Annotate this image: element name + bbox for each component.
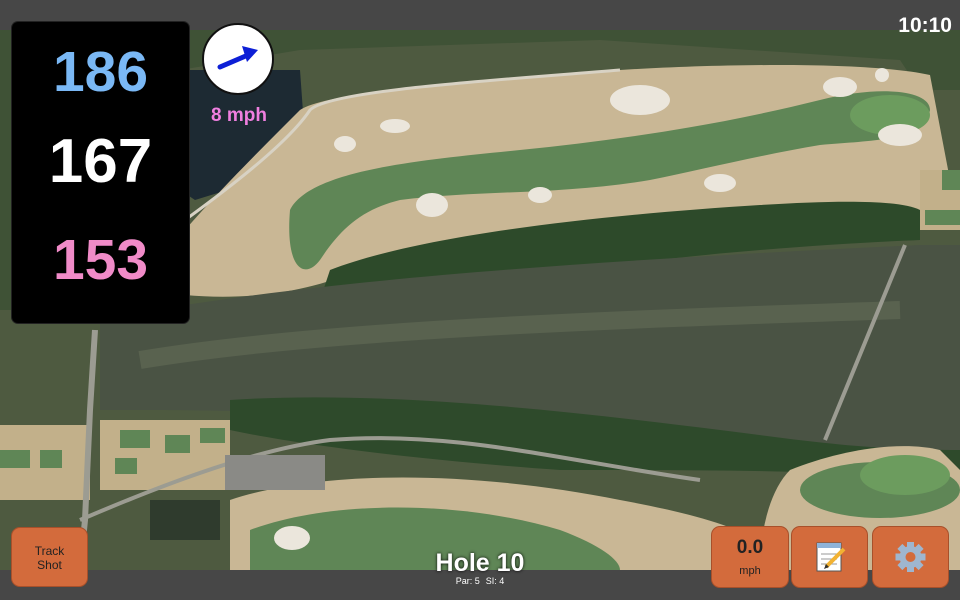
distance-middle: 167: [48, 127, 153, 196]
wind-direction-arrow-icon: [217, 46, 258, 70]
track-shot-label-line2: Shot: [37, 558, 62, 572]
distance-panel: 186 167 153: [12, 22, 189, 323]
hole-stroke-index: SI: 4: [485, 576, 505, 586]
wind-speed-label: 8 mph: [211, 105, 267, 126]
wind-dial: [202, 23, 274, 95]
speed-button[interactable]: 0.0 mph: [712, 527, 788, 587]
settings-button[interactable]: [873, 527, 948, 587]
notepad-icon: [816, 542, 846, 572]
speed-unit: mph: [739, 565, 761, 577]
distance-back: 186: [52, 40, 149, 104]
speed-value: 0.0: [736, 537, 764, 558]
track-shot-button[interactable]: Track Shot: [12, 528, 87, 586]
clock: 10:10: [898, 14, 952, 37]
distance-front: 153: [52, 228, 149, 292]
hole-details: Par: 5 SI: 4: [380, 576, 580, 586]
hole-par: Par: 5: [455, 576, 480, 586]
notes-button[interactable]: [792, 527, 867, 587]
gear-icon: [895, 542, 926, 572]
hole-title: Hole 10: [435, 549, 525, 577]
track-shot-label-line1: Track: [34, 544, 65, 558]
